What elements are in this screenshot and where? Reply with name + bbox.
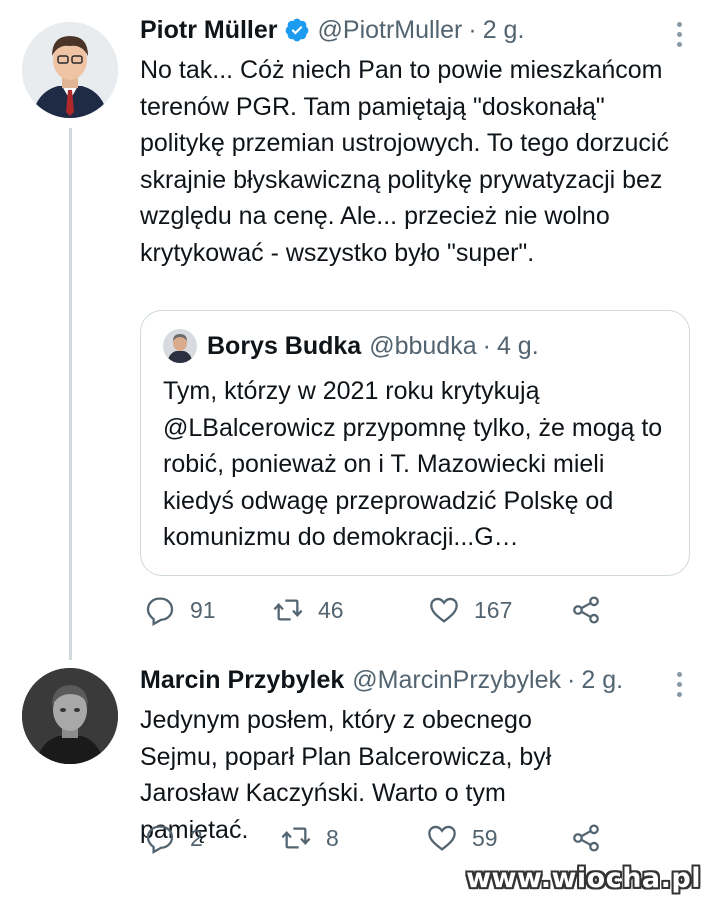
like-icon bbox=[430, 597, 458, 623]
separator-dot: · bbox=[468, 15, 477, 44]
quoted-author-name: Borys Budka bbox=[207, 331, 362, 360]
retweet-button[interactable]: 46 bbox=[272, 594, 344, 626]
more-icon[interactable] bbox=[675, 22, 685, 52]
avatar-marcin-przybylek[interactable] bbox=[22, 668, 118, 764]
like-button[interactable]: 59 bbox=[426, 822, 498, 854]
tweet-actions: 91 46 167 bbox=[140, 594, 620, 630]
quoted-timestamp: 4 g. bbox=[496, 331, 539, 360]
like-icon bbox=[428, 825, 456, 851]
author-name[interactable]: Marcin Przybylek bbox=[140, 666, 344, 695]
avatar-piotr-muller[interactable] bbox=[22, 22, 118, 118]
share-button[interactable] bbox=[570, 822, 616, 854]
share-icon bbox=[573, 824, 599, 852]
quoted-author-handle: @bbudka bbox=[369, 331, 477, 360]
separator-dot: · bbox=[567, 665, 576, 694]
quoted-tweet-text: Tym, którzy w 2021 roku krytykują @LBalc… bbox=[163, 377, 663, 551]
reply-icon bbox=[146, 825, 174, 854]
avatar-borys-budka bbox=[163, 329, 197, 363]
tweet-header: Piotr Müller @PiotrMuller · 2 g. bbox=[140, 10, 695, 50]
quoted-tweet-header: Borys Budka @bbudka · 4 g. bbox=[163, 329, 539, 363]
tweet-text: No tak... Cóż niech Pan to powie mieszka… bbox=[140, 56, 669, 267]
like-count: 167 bbox=[474, 596, 513, 623]
tweet-content-2: Marcin Przybylek @MarcinPrzybylek · 2 g.… bbox=[140, 660, 695, 848]
reply-count: 91 bbox=[190, 596, 216, 623]
reply-button[interactable]: 2 bbox=[144, 822, 203, 854]
like-button[interactable]: 167 bbox=[428, 594, 512, 626]
separator-dot: · bbox=[482, 331, 491, 360]
quoted-tweet[interactable]: Borys Budka @bbudka · 4 g. Tym, którzy w… bbox=[140, 310, 690, 576]
verified-badge-icon bbox=[284, 17, 310, 43]
share-icon bbox=[573, 596, 599, 624]
retweet-count: 46 bbox=[318, 596, 344, 623]
tweet-actions: 2 8 59 bbox=[140, 822, 620, 858]
like-count: 59 bbox=[472, 824, 498, 851]
reply-count: 2 bbox=[190, 824, 203, 851]
tweet-content-1: Piotr Müller @PiotrMuller · 2 g. No tak.… bbox=[140, 10, 695, 271]
author-handle[interactable]: @MarcinPrzybylek bbox=[352, 666, 561, 695]
thread-line bbox=[69, 128, 72, 660]
author-handle[interactable]: @PiotrMuller bbox=[318, 16, 463, 45]
timestamp[interactable]: 2 g. bbox=[483, 16, 525, 45]
share-button[interactable] bbox=[570, 594, 616, 626]
retweet-icon bbox=[273, 599, 303, 621]
retweet-button[interactable]: 8 bbox=[280, 822, 339, 854]
tweet-header: Marcin Przybylek @MarcinPrzybylek · 2 g. bbox=[140, 660, 695, 700]
author-name[interactable]: Piotr Müller bbox=[140, 16, 278, 45]
reply-button[interactable]: 91 bbox=[144, 594, 216, 626]
retweet-icon bbox=[281, 827, 311, 849]
timestamp[interactable]: 2 g. bbox=[581, 666, 623, 695]
reply-icon bbox=[146, 597, 174, 626]
retweet-count: 8 bbox=[326, 824, 339, 851]
watermark: www.wiocha.pl bbox=[466, 863, 701, 894]
more-icon[interactable] bbox=[675, 672, 685, 702]
